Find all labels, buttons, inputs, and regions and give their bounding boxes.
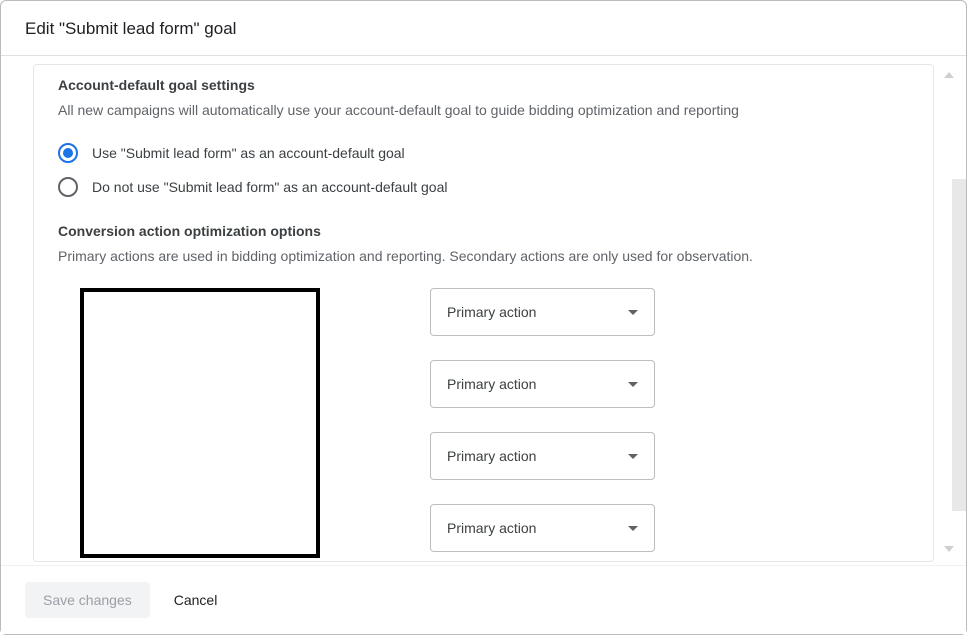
chevron-down-icon	[628, 310, 638, 315]
section-conversion-heading: Conversion action optimization options	[58, 223, 909, 239]
radio-dot-icon	[63, 148, 73, 158]
dialog-body: Account-default goal settings All new ca…	[33, 64, 934, 562]
dropdown-column: Primary action Primary action Primary ac…	[430, 288, 655, 558]
dialog-footer: Save changes Cancel	[1, 565, 966, 634]
conversion-actions-area: Primary action Primary action Primary ac…	[58, 288, 909, 558]
chevron-down-icon	[628, 382, 638, 387]
dropdown-value: Primary action	[447, 376, 536, 392]
radio-option-use-default[interactable]: Use "Submit lead form" as an account-def…	[58, 143, 909, 163]
action-type-dropdown[interactable]: Primary action	[430, 360, 655, 408]
dropdown-value: Primary action	[447, 448, 536, 464]
dropdown-value: Primary action	[447, 520, 536, 536]
action-type-dropdown[interactable]: Primary action	[430, 288, 655, 336]
radio-label: Use "Submit lead form" as an account-def…	[92, 145, 405, 161]
chevron-down-icon	[628, 454, 638, 459]
section-account-default-description: All new campaigns will automatically use…	[58, 101, 909, 121]
section-account-default-heading: Account-default goal settings	[58, 77, 909, 93]
dropdown-value: Primary action	[447, 304, 536, 320]
dialog-title: Edit "Submit lead form" goal	[25, 19, 942, 39]
radio-selected-icon	[58, 143, 78, 163]
action-type-dropdown[interactable]: Primary action	[430, 504, 655, 552]
radio-option-do-not-use-default[interactable]: Do not use "Submit lead form" as an acco…	[58, 177, 909, 197]
dialog-body-wrapper: Account-default goal settings All new ca…	[1, 56, 966, 566]
dialog-header: Edit "Submit lead form" goal	[1, 1, 966, 56]
chevron-down-icon	[628, 526, 638, 531]
scroll-down-arrow-icon[interactable]	[944, 546, 954, 552]
section-conversion-optimization: Conversion action optimization options P…	[58, 223, 909, 559]
radio-label: Do not use "Submit lead form" as an acco…	[92, 179, 447, 195]
section-conversion-description: Primary actions are used in bidding opti…	[58, 247, 909, 267]
cancel-button[interactable]: Cancel	[174, 592, 218, 608]
scroll-up-arrow-icon[interactable]	[944, 72, 954, 78]
action-type-dropdown[interactable]: Primary action	[430, 432, 655, 480]
redacted-content-block	[80, 288, 320, 558]
radio-unselected-icon	[58, 177, 78, 197]
save-changes-button[interactable]: Save changes	[25, 582, 150, 618]
